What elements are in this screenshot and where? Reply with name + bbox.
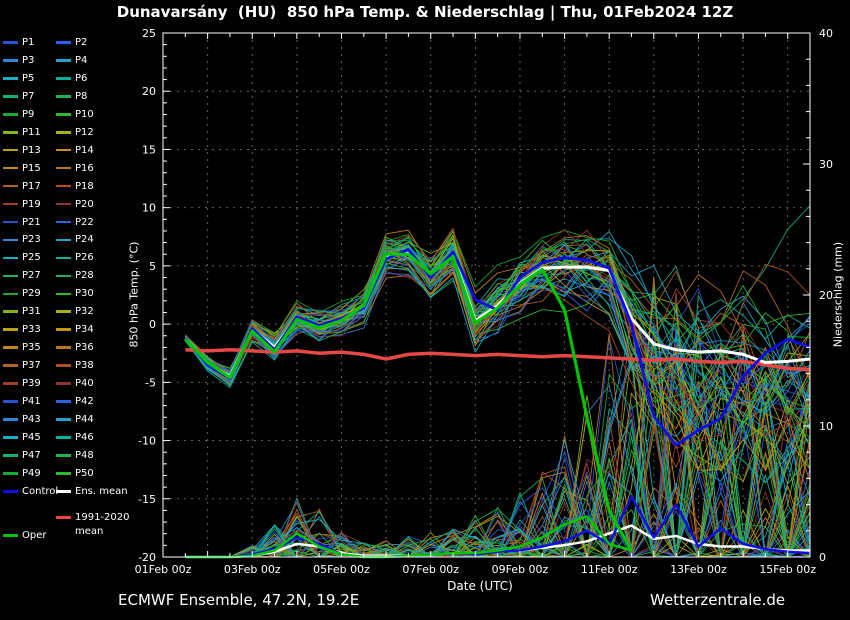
ensemble-member-temp-P17 bbox=[185, 245, 810, 390]
date-tick-label: 03Feb 00z bbox=[224, 563, 281, 576]
precip-tick-label: 0 bbox=[819, 551, 826, 564]
temp-tick-label: -10 bbox=[138, 435, 156, 448]
date-tick-label: 07Feb 00z bbox=[402, 563, 459, 576]
date-tick-label: 05Feb 00z bbox=[313, 563, 370, 576]
temp-tick-label: 20 bbox=[142, 85, 156, 98]
date-tick-label: 15Feb 00z bbox=[759, 563, 816, 576]
temp-tick-label: -5 bbox=[145, 376, 156, 389]
date-tick-label: 11Feb 00z bbox=[581, 563, 638, 576]
temp-tick-label: 10 bbox=[142, 202, 156, 215]
precip-tick-label: 40 bbox=[819, 27, 833, 40]
footer-model-info: ECMWF Ensemble, 47.2N, 19.2E bbox=[118, 591, 359, 609]
y-axis-label-precipitation: Niederschlag (mm) bbox=[832, 185, 845, 405]
y-axis-label-temperature: 850 hPa Temp. (°C) bbox=[128, 185, 141, 405]
date-tick-label: 13Feb 00z bbox=[670, 563, 727, 576]
temp-tick-label: 5 bbox=[149, 260, 156, 273]
x-axis-label: Date (UTC) bbox=[380, 579, 580, 593]
precip-tick-label: 30 bbox=[819, 158, 833, 171]
temp-tick-label: 25 bbox=[142, 27, 156, 40]
temp-tick-label: 0 bbox=[149, 318, 156, 331]
footer-site: Wetterzentrale.de bbox=[650, 591, 785, 609]
date-tick-label: 09Feb 00z bbox=[492, 563, 549, 576]
temp-tick-label: -15 bbox=[138, 493, 156, 506]
oper-temp-line bbox=[185, 254, 631, 551]
precip-tick-label: 10 bbox=[819, 420, 833, 433]
meteogram-canvas: Dunavarsány (HU) 850 hPa Temp. & Nieders… bbox=[0, 0, 850, 620]
date-tick-label: 01Feb 00z bbox=[135, 563, 192, 576]
temp-tick-label: 15 bbox=[142, 143, 156, 156]
